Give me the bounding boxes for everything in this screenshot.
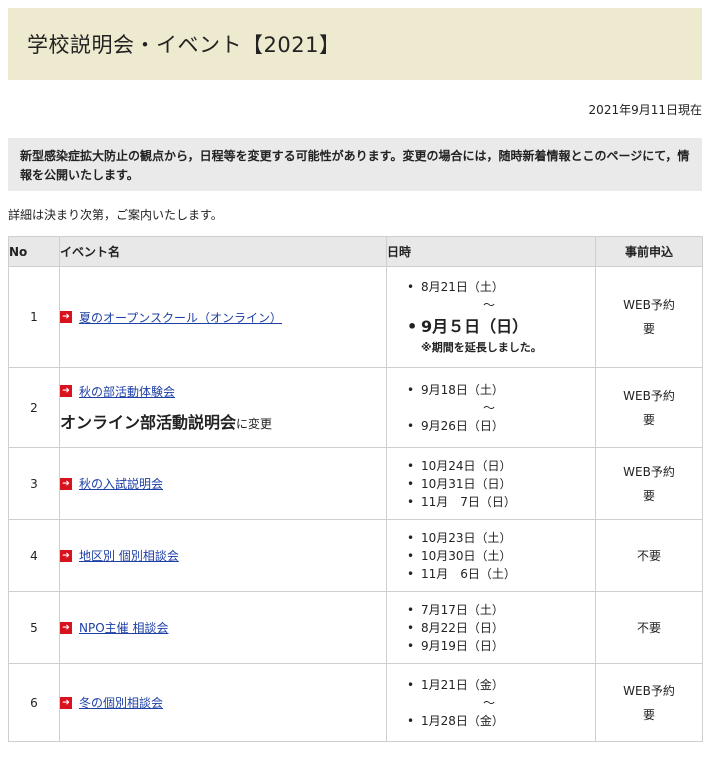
table-row: 2 ➔ 秋の部活動体験会 オンライン部活動説明会に変更 9月18日（土） ～ 9… (8, 367, 703, 448)
header-name: イベント名 (59, 236, 387, 267)
apply-method: 不要 (636, 620, 661, 635)
date-item: 11月 7日（日） (407, 493, 595, 511)
header-date: 日時 (386, 236, 596, 267)
date-item: 8月21日（土） (407, 278, 595, 296)
event-link[interactable]: ➔ 地区別 個別相談会 (60, 547, 386, 564)
range-tilde: ～ (483, 298, 496, 312)
date-cell: 1月21日（金） ～ 1月28日（金） (386, 663, 596, 742)
row-number: 5 (8, 591, 60, 664)
date-cell: 7月17日（土） 8月22日（日） 9月19日（日） (386, 591, 596, 664)
event-link-text[interactable]: 冬の個別相談会 (79, 694, 163, 711)
event-name-cell: ➔ 夏のオープンスクール（オンライン） (59, 266, 387, 368)
apply-cell: WEB予約 要 (595, 367, 703, 448)
change-note-suffix: に変更 (236, 416, 273, 431)
date-item: 9月18日（土） (407, 381, 595, 399)
extension-note: ※期間を延長しました。 (421, 341, 542, 354)
row-number: 6 (8, 663, 60, 742)
date-item: 9月26日（日） (407, 417, 595, 435)
date-item: 9月５日（日） (407, 314, 595, 340)
date-item: 11月 6日（土） (407, 565, 595, 583)
arrow-right-icon: ➔ (60, 477, 72, 490)
event-link[interactable]: ➔ 秋の部活動体験会 (60, 383, 386, 400)
table-row: 5 ➔ NPO主催 相談会 7月17日（土） 8月22日（日） 9月19日（日）… (8, 591, 703, 664)
row-number: 2 (8, 367, 60, 448)
apply-method: WEB予約 (623, 298, 675, 312)
apply-required: 要 (642, 707, 655, 722)
range-tilde: ～ (483, 400, 496, 415)
date-item: 10月31日（日） (407, 475, 595, 493)
apply-method: 不要 (636, 548, 661, 563)
event-name-cell: ➔ 秋の入試説明会 (59, 447, 387, 520)
row-number: 4 (8, 519, 60, 592)
row-number: 3 (8, 447, 60, 520)
event-name-cell: ➔ 秋の部活動体験会 オンライン部活動説明会に変更 (59, 367, 387, 448)
arrow-right-icon: ➔ (60, 549, 72, 562)
event-name-cell: ➔ NPO主催 相談会 (59, 591, 387, 664)
apply-cell: WEB予約 要 (595, 447, 703, 520)
event-link-text[interactable]: 秋の部活動体験会 (79, 383, 175, 400)
apply-method: WEB予約 (623, 388, 675, 403)
event-link-text[interactable]: NPO主催 相談会 (79, 619, 168, 636)
table-row: 3 ➔ 秋の入試説明会 10月24日（日） 10月31日（日） 11月 7日（日… (8, 447, 703, 520)
event-link[interactable]: ➔ 冬の個別相談会 (60, 694, 386, 711)
range-tilde: ～ (483, 695, 496, 710)
apply-cell: 不要 (595, 591, 703, 664)
apply-cell: WEB予約 要 (595, 663, 703, 742)
table-row: 4 ➔ 地区別 個別相談会 10月23日（土） 10月30日（土） 11月 6日… (8, 519, 703, 592)
arrow-right-icon: ➔ (60, 311, 72, 323)
detail-text: 詳細は決まり次第，ご案内いたします。 (8, 208, 223, 222)
event-link[interactable]: ➔ 秋の入試説明会 (60, 475, 386, 492)
apply-method: WEB予約 (623, 683, 675, 698)
apply-cell: WEB予約 要 (595, 266, 703, 368)
events-table: No イベント名 日時 事前申込 1 ➔ 夏のオープンスクール（オンライン） 8… (8, 236, 703, 742)
apply-required: 要 (642, 412, 655, 427)
apply-cell: 不要 (595, 519, 703, 592)
arrow-right-icon: ➔ (60, 696, 72, 709)
title-bar: 学校説明会・イベント【2021】 (8, 8, 702, 80)
date-item: 1月28日（金） (407, 712, 595, 730)
date-cell: 10月23日（土） 10月30日（土） 11月 6日（土） (386, 519, 596, 592)
page-title: 学校説明会・イベント【2021】 (27, 33, 341, 57)
as-of-date: 2021年9月11日現在 (588, 103, 702, 117)
arrow-right-icon: ➔ (60, 385, 72, 397)
date-item: 8月22日（日） (407, 619, 595, 637)
apply-method: WEB予約 (623, 464, 675, 479)
apply-required: 要 (642, 322, 655, 336)
row-number: 1 (8, 266, 60, 368)
header-no: No (8, 236, 60, 267)
date-item: 10月24日（日） (407, 457, 595, 475)
event-link[interactable]: ➔ 夏のオープンスクール（オンライン） (60, 309, 386, 326)
event-link[interactable]: ➔ NPO主催 相談会 (60, 619, 386, 636)
date-item: 10月30日（土） (407, 547, 595, 565)
table-row: 1 ➔ 夏のオープンスクール（オンライン） 8月21日（土） ～ 9月５日（日）… (8, 266, 703, 368)
date-cell: 8月21日（土） ～ 9月５日（日） ※期間を延長しました。 (386, 266, 596, 368)
change-note-main: オンライン部活動説明会 (60, 412, 237, 432)
event-name-cell: ➔ 冬の個別相談会 (59, 663, 387, 742)
arrow-right-icon: ➔ (60, 621, 72, 634)
date-cell: 10月24日（日） 10月31日（日） 11月 7日（日） (386, 447, 596, 520)
date-item: 1月21日（金） (407, 676, 595, 694)
event-link-text[interactable]: 秋の入試説明会 (79, 475, 163, 492)
date-cell: 9月18日（土） ～ 9月26日（日） (386, 367, 596, 448)
event-link-text[interactable]: 地区別 個別相談会 (79, 547, 179, 564)
date-item: 10月23日（土） (407, 529, 595, 547)
table-header-row: No イベント名 日時 事前申込 (8, 236, 703, 267)
notice-box: 新型感染症拡大防止の観点から，日程等を変更する可能性があります。変更の場合には，… (8, 138, 702, 191)
change-note: オンライン部活動説明会に変更 (60, 409, 386, 433)
header-apply: 事前申込 (595, 236, 703, 267)
table-row: 6 ➔ 冬の個別相談会 1月21日（金） ～ 1月28日（金） WEB予約 要 (8, 663, 703, 742)
event-link-text[interactable]: 夏のオープンスクール（オンライン） (79, 309, 282, 326)
apply-required: 要 (642, 488, 655, 503)
event-name-cell: ➔ 地区別 個別相談会 (59, 519, 387, 592)
date-item: 7月17日（土） (407, 601, 595, 619)
date-item: 9月19日（日） (407, 637, 595, 655)
